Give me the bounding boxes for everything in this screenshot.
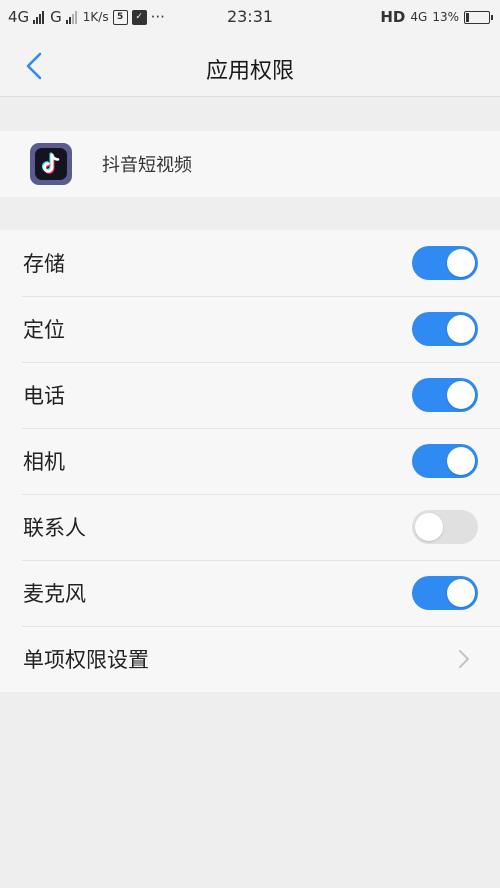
detail-permission-settings[interactable]: 单项权限设置 [0, 626, 500, 692]
toggle-knob [415, 513, 443, 541]
permission-row-microphone: 麦克风 [0, 560, 500, 626]
chevron-right-icon [459, 650, 469, 668]
header: 应用权限 [0, 36, 500, 97]
permission-list: 存储 定位 电话 相机 联系人 麦克风 单项权限设置 [0, 230, 500, 692]
network-type-3: 4G [410, 10, 428, 24]
toggle-knob [447, 447, 475, 475]
douyin-app-icon [30, 143, 72, 185]
permission-label: 存储 [23, 252, 65, 276]
contacts-toggle[interactable] [412, 510, 478, 544]
microphone-toggle[interactable] [412, 576, 478, 610]
douyin-logo-icon [35, 148, 67, 180]
permission-label: 联系人 [23, 516, 86, 540]
status-right: HD 4G 13% [380, 8, 493, 26]
toggle-knob [447, 579, 475, 607]
permission-label: 定位 [23, 318, 65, 342]
battery-percent: 13% [432, 10, 459, 24]
status-bar: 4G G 1K/s 5 ✓ ··· 23:31 HD 4G 13% [0, 0, 500, 36]
storage-toggle[interactable] [412, 246, 478, 280]
toggle-knob [447, 315, 475, 343]
battery-icon [464, 10, 493, 24]
permission-label: 相机 [23, 450, 65, 474]
camera-toggle[interactable] [412, 444, 478, 478]
permission-row-phone: 电话 [0, 362, 500, 428]
toggle-knob [447, 249, 475, 277]
location-toggle[interactable] [412, 312, 478, 346]
permission-label: 麦克风 [23, 582, 86, 606]
permission-row-camera: 相机 [0, 428, 500, 494]
chevron-left-icon [26, 52, 42, 80]
permission-label: 电话 [23, 384, 65, 408]
app-info-row: 抖音短视频 [0, 131, 500, 197]
page-title: 应用权限 [205, 59, 294, 84]
toggle-knob [447, 381, 475, 409]
permission-row-location: 定位 [0, 296, 500, 362]
permission-row-storage: 存储 [0, 230, 500, 296]
phone-toggle[interactable] [412, 378, 478, 412]
battery-level [466, 12, 470, 22]
back-button[interactable] [18, 50, 50, 82]
hd-indicator: HD [380, 8, 406, 26]
permission-row-contacts: 联系人 [0, 494, 500, 560]
detail-settings-label: 单项权限设置 [23, 648, 149, 672]
app-name: 抖音短视频 [102, 155, 192, 176]
